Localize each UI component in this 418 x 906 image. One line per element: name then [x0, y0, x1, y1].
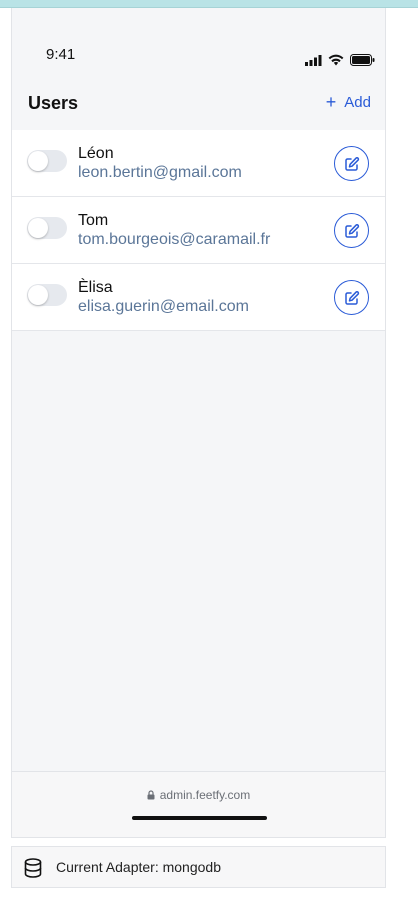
toggle-knob: [28, 218, 48, 238]
edit-user-button[interactable]: [334, 213, 369, 248]
battery-icon: [350, 54, 375, 66]
browser-top-band: [0, 0, 418, 8]
edit-icon: [344, 156, 359, 171]
status-time: 9:41: [46, 46, 76, 63]
toggle-knob: [28, 151, 48, 171]
page-title: Users: [28, 93, 79, 113]
list-item: Tom tom.bourgeois@caramail.fr: [12, 197, 385, 264]
user-email: tom.bourgeois@caramail.fr: [78, 231, 271, 248]
edit-icon: [344, 290, 359, 305]
edit-user-button[interactable]: [334, 146, 369, 181]
url-text: admin.feetfy.com: [159, 788, 251, 802]
user-info: Èlisa elisa.guerin@email.com: [78, 278, 249, 316]
edit-icon: [344, 223, 359, 238]
user-enabled-toggle[interactable]: [27, 217, 67, 239]
user-email: leon.bertin@gmail.com: [78, 164, 242, 181]
adapter-bar: Current Adapter: mongodb: [11, 846, 386, 888]
user-info: Léon leon.bertin@gmail.com: [78, 144, 242, 182]
lock-icon: [147, 790, 155, 800]
database-icon: [24, 858, 42, 878]
user-enabled-toggle[interactable]: [27, 284, 67, 306]
wifi-icon: [328, 54, 344, 66]
user-enabled-toggle[interactable]: [27, 150, 67, 172]
toggle-knob: [28, 285, 48, 305]
user-name: Léon: [78, 145, 114, 162]
home-indicator[interactable]: [132, 816, 267, 820]
phone-frame: 9:41 Users + Add Léon leon.bertin@gmail.…: [11, 8, 386, 838]
edit-user-button[interactable]: [334, 280, 369, 315]
user-name: Tom: [78, 212, 109, 229]
users-header: Users + Add: [12, 84, 385, 130]
current-adapter-label: Current Adapter: mongodb: [56, 859, 221, 875]
user-list: Léon leon.bertin@gmail.com Tom tom.bourg…: [12, 130, 385, 331]
plus-icon: +: [325, 92, 337, 112]
url-bar[interactable]: admin.feetfy.com: [12, 788, 385, 802]
user-name: Èlisa: [78, 279, 113, 296]
user-email: elisa.guerin@email.com: [78, 298, 249, 315]
browser-footer: admin.feetfy.com: [12, 771, 385, 837]
list-item: Èlisa elisa.guerin@email.com: [12, 264, 385, 331]
signal-icon: [305, 54, 322, 66]
add-user-label: Add: [344, 93, 371, 111]
list-item: Léon leon.bertin@gmail.com: [12, 130, 385, 197]
status-bar: 9:41: [12, 8, 385, 78]
user-info: Tom tom.bourgeois@caramail.fr: [78, 211, 270, 249]
add-user-button[interactable]: + Add: [326, 93, 371, 111]
status-icons: [305, 54, 375, 66]
